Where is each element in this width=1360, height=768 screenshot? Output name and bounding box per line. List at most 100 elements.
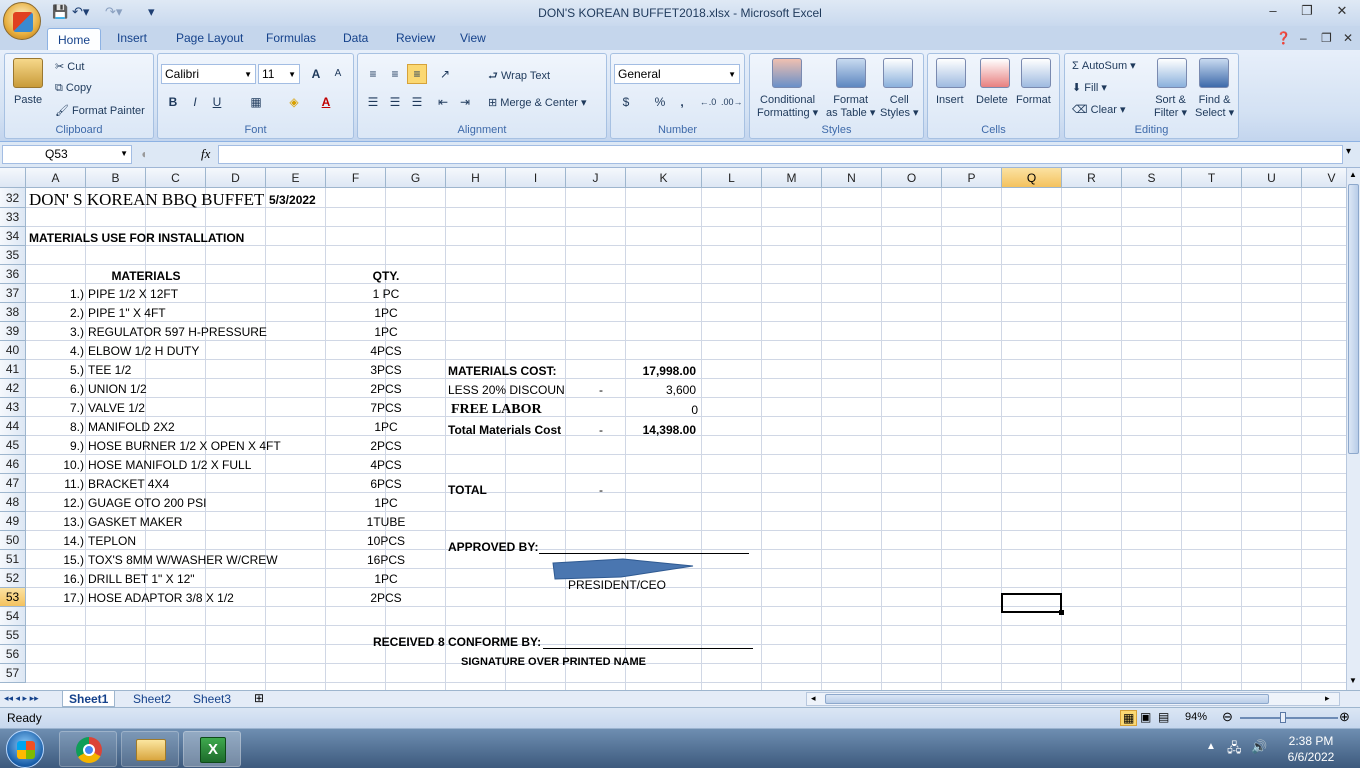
column-header-a[interactable]: A xyxy=(26,168,86,188)
row-header-37[interactable]: 37 xyxy=(0,284,26,303)
insert-sheet-icon[interactable]: ⊞ xyxy=(254,691,264,705)
increase-indent-icon[interactable]: ⇥ xyxy=(455,92,475,112)
horizontal-scrollbar[interactable]: ◂ ▸ xyxy=(806,692,1340,706)
horizontal-scroll-thumb[interactable] xyxy=(825,694,1269,704)
system-clock[interactable]: 2:38 PM 6/6/2022 xyxy=(1276,733,1346,765)
formula-input[interactable] xyxy=(218,145,1343,164)
tab-page-layout[interactable]: Page Layout xyxy=(176,31,243,45)
taskbar-chrome[interactable] xyxy=(59,731,117,767)
number-format-combo[interactable]: General ▼ xyxy=(614,64,740,84)
column-header-h[interactable]: H xyxy=(446,168,506,188)
row-header-51[interactable]: 51 xyxy=(0,550,26,569)
workbook-close-button[interactable]: ✕ xyxy=(1343,31,1353,45)
sheet-tab-2[interactable]: Sheet2 xyxy=(127,691,177,707)
paste-icon[interactable] xyxy=(13,58,43,88)
decrease-decimal-icon[interactable]: .00→ xyxy=(720,92,743,112)
volume-icon[interactable]: 🔊 xyxy=(1251,739,1267,755)
close-button[interactable]: ✕ xyxy=(1331,3,1353,19)
row-header-53[interactable]: 53 xyxy=(0,588,26,607)
scroll-left-icon[interactable]: ◂ xyxy=(811,693,816,704)
row-header-40[interactable]: 40 xyxy=(0,341,26,360)
column-header-s[interactable]: S xyxy=(1122,168,1182,188)
grow-font-button[interactable]: A xyxy=(306,64,326,84)
conditional-formatting-button[interactable]: Conditional Formatting ▾ xyxy=(757,94,818,120)
network-icon[interactable]: 🖧 xyxy=(1227,739,1242,761)
zoom-out-icon[interactable]: ⊖ xyxy=(1222,709,1233,725)
row-header-47[interactable]: 47 xyxy=(0,474,26,493)
shrink-font-button[interactable]: A xyxy=(328,64,348,84)
minimize-button[interactable]: – xyxy=(1262,3,1284,18)
sheet-tab-3[interactable]: Sheet3 xyxy=(187,691,237,707)
insert-cells-icon[interactable] xyxy=(936,58,966,88)
column-header-i[interactable]: I xyxy=(506,168,566,188)
row-header-32[interactable]: 32 xyxy=(0,188,26,208)
start-button[interactable] xyxy=(6,730,44,768)
borders-icon[interactable]: ▦ xyxy=(246,92,266,112)
copy-button[interactable]: ⧉ Copy xyxy=(55,82,92,95)
sort-filter-icon[interactable] xyxy=(1157,58,1187,88)
column-header-t[interactable]: T xyxy=(1182,168,1242,188)
clear-button[interactable]: ⌫ Clear ▾ xyxy=(1072,103,1126,116)
scroll-right-icon[interactable]: ▸ xyxy=(1325,693,1330,704)
column-header-f[interactable]: F xyxy=(326,168,386,188)
column-header-k[interactable]: K xyxy=(626,168,702,188)
align-center-icon[interactable]: ☰ xyxy=(385,92,405,112)
find-select-button[interactable]: Find & Select ▾ xyxy=(1195,94,1234,120)
column-header-p[interactable]: P xyxy=(942,168,1002,188)
row-header-34[interactable]: 34 xyxy=(0,227,26,246)
tab-home[interactable]: Home xyxy=(47,28,101,51)
align-bottom-icon[interactable]: ≡ xyxy=(407,64,427,84)
help-icon[interactable]: ❓ xyxy=(1276,31,1291,45)
name-box[interactable]: Q53 ▼ xyxy=(2,145,132,164)
row-header-49[interactable]: 49 xyxy=(0,512,26,531)
cell-styles-button[interactable]: Cell Styles ▾ xyxy=(880,94,919,120)
scroll-up-icon[interactable]: ▲ xyxy=(1349,170,1357,179)
fill-button[interactable]: ⬇ Fill ▾ xyxy=(1072,81,1107,94)
vertical-scrollbar[interactable]: ▲ ▼ xyxy=(1346,168,1360,690)
zoom-in-icon[interactable]: ⊕ xyxy=(1339,709,1350,725)
italic-button[interactable]: I xyxy=(185,92,205,112)
row-header-33[interactable]: 33 xyxy=(0,208,26,227)
column-header-l[interactable]: L xyxy=(702,168,762,188)
tray-expand-icon[interactable]: ▲ xyxy=(1206,741,1216,752)
column-header-b[interactable]: B xyxy=(86,168,146,188)
align-top-icon[interactable]: ≡ xyxy=(363,64,383,84)
format-painter-button[interactable]: 🖌 Format Painter xyxy=(55,104,145,117)
fill-handle[interactable] xyxy=(1059,610,1064,615)
bold-button[interactable]: B xyxy=(163,92,183,112)
align-middle-icon[interactable]: ≡ xyxy=(385,64,405,84)
merge-center-button[interactable]: ⊞ Merge & Center ▾ xyxy=(488,96,587,109)
percent-button[interactable]: % xyxy=(650,92,670,112)
row-header-46[interactable]: 46 xyxy=(0,455,26,474)
column-header-e[interactable]: E xyxy=(266,168,326,188)
cell-styles-icon[interactable] xyxy=(883,58,913,88)
worksheet-grid[interactable]: ABCDEFGHIJKLMNOPQRSTUV 32 33 34 35 36 37 38 39 4… xyxy=(0,168,1346,690)
tab-view[interactable]: View xyxy=(460,31,486,45)
align-left-icon[interactable]: ☰ xyxy=(363,92,383,112)
orientation-icon[interactable]: ↗ xyxy=(435,64,455,84)
active-cell-q53[interactable] xyxy=(1001,593,1062,613)
column-header-v[interactable]: V xyxy=(1302,168,1346,188)
column-header-q[interactable]: Q xyxy=(1002,168,1062,188)
ribbon-restore-button[interactable]: ❐ xyxy=(1321,31,1332,45)
delete-cells-button[interactable]: Delete xyxy=(976,94,1008,106)
select-all-corner[interactable] xyxy=(0,168,26,188)
autosum-button[interactable]: Σ AutoSum ▾ xyxy=(1072,59,1136,72)
column-header-r[interactable]: R xyxy=(1062,168,1122,188)
expand-formula-bar-icon[interactable]: ▾ xyxy=(1346,146,1351,157)
currency-icon[interactable]: $ xyxy=(616,92,636,112)
sheet-nav-first-icon[interactable]: ◂◂ ◂ ▸ ▸▸ xyxy=(4,693,39,704)
paste-button[interactable]: Paste xyxy=(14,94,42,106)
scroll-down-icon[interactable]: ▼ xyxy=(1349,676,1357,685)
font-name-combo[interactable]: Calibri ▼ xyxy=(161,64,256,84)
office-button[interactable] xyxy=(3,2,41,40)
binoculars-icon[interactable] xyxy=(1199,58,1229,88)
page-break-view-icon[interactable]: ▤ xyxy=(1158,710,1169,724)
row-header-36[interactable]: 36 xyxy=(0,265,26,284)
row-header-55[interactable]: 55 xyxy=(0,626,26,645)
underline-button[interactable]: U xyxy=(207,92,227,112)
row-header-56[interactable]: 56 xyxy=(0,645,26,664)
cut-button[interactable]: ✂ Cut xyxy=(55,60,84,73)
delete-cells-icon[interactable] xyxy=(980,58,1010,88)
row-header-52[interactable]: 52 xyxy=(0,569,26,588)
